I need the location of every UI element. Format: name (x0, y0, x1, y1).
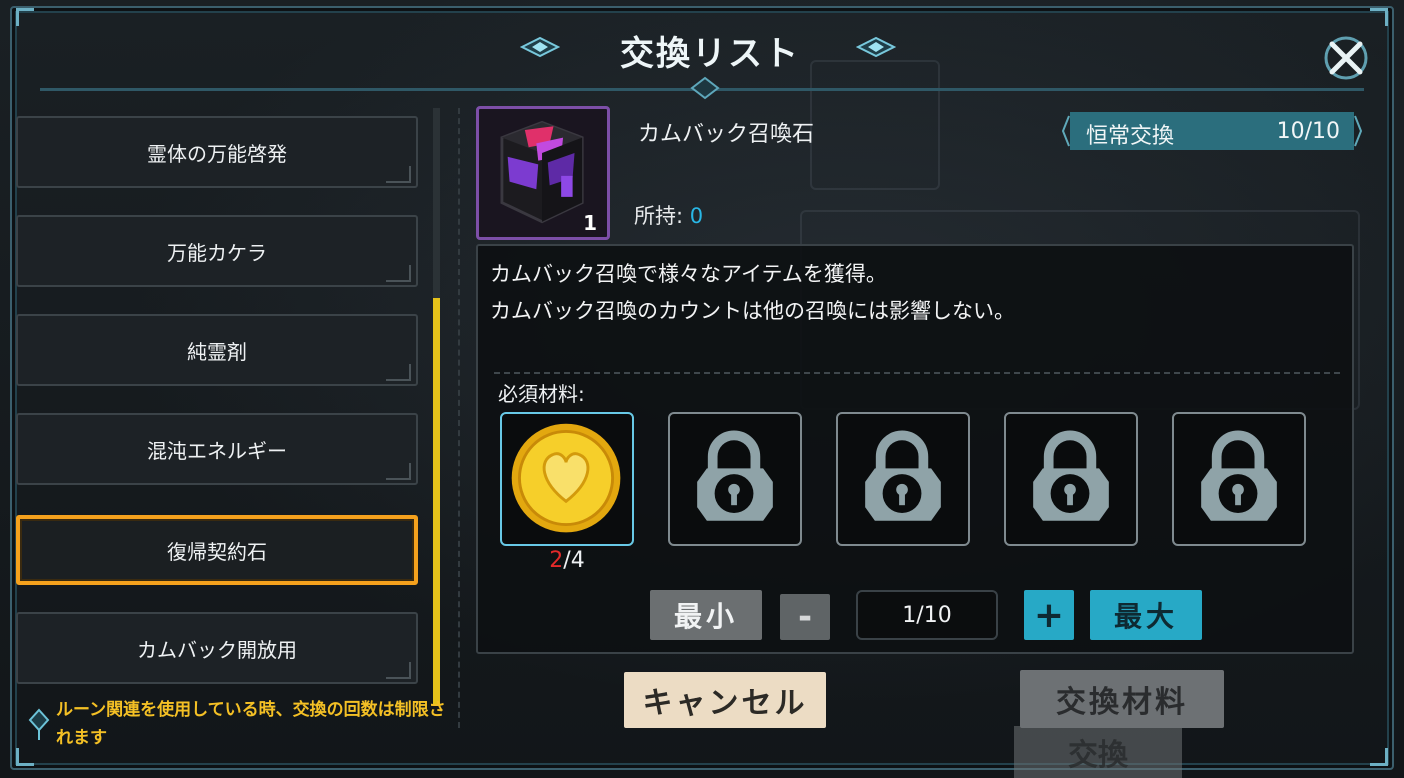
list-item[interactable]: 純霊剤 (16, 314, 418, 386)
exchange-type-tag: 恒常交換 10/10 (1060, 110, 1364, 152)
item-icon-frame[interactable]: 1 (476, 106, 610, 240)
locked-material-slot (836, 412, 970, 546)
corner-ornament-icon (386, 662, 411, 679)
tag-right-chevron-icon (1354, 115, 1363, 147)
list-item-label: 復帰契約石 (167, 539, 267, 564)
frame-corner (1370, 8, 1388, 26)
divider-ornament-icon (690, 76, 720, 100)
description-line: カムバック召喚で様々なアイテムを獲得。 (490, 262, 887, 286)
owned-value: 0 (689, 204, 704, 228)
close-x-icon[interactable] (1322, 34, 1370, 82)
lock-icon (865, 430, 941, 521)
background-ghost-button: 交換 (1014, 726, 1182, 778)
lock-icon (1201, 430, 1277, 521)
list-item-label: カムバック開放用 (137, 637, 297, 662)
corner-ornament-icon (386, 265, 411, 282)
title-ornament-icon (520, 36, 560, 58)
title-ornament-icon (856, 36, 896, 58)
panel-divider (458, 108, 460, 728)
locked-material-slot (1004, 412, 1138, 546)
material-count: 2/4 (500, 548, 634, 573)
owned-count: 所持: 0 (634, 200, 703, 230)
exchange-list: 霊体の万能啓発 万能カケラ 純霊剤 混沌エネルギー 復帰契約石 カムバック開放用 (14, 108, 424, 698)
item-description: カムバック召喚で様々なアイテムを獲得。 カムバック召喚のカウントは他の召喚には影… (490, 256, 1015, 330)
list-scrollbar-thumb[interactable] (433, 298, 440, 706)
lock-icon (697, 430, 773, 521)
page-title: 交換リスト (620, 34, 800, 74)
tag-value: 10/10 (1276, 119, 1340, 144)
exchange-materials-button[interactable]: 交換材料 (1020, 670, 1224, 728)
quantity-field[interactable]: 1/10 (856, 590, 998, 640)
list-item[interactable]: 万能カケラ (16, 215, 418, 287)
cancel-button[interactable]: キャンセル (624, 672, 826, 728)
material-have: 2 (549, 548, 564, 573)
list-item[interactable]: カムバック開放用 (16, 612, 418, 684)
locked-material-slot (668, 412, 802, 546)
list-item-label: 万能カケラ (167, 240, 267, 265)
item-name: カムバック召喚石 (638, 122, 815, 147)
material-need: /4 (563, 548, 585, 573)
tag-body: 恒常交換 10/10 (1070, 112, 1354, 150)
decrease-quantity-button[interactable]: - (780, 594, 830, 640)
material-slot[interactable] (500, 412, 634, 546)
detail-panel: カムバック召喚で様々なアイテムを獲得。 カムバック召喚のカウントは他の召喚には影… (476, 244, 1354, 654)
list-item-label: 混沌エネルギー (147, 438, 287, 463)
tag-left-chevron-icon (1061, 115, 1070, 147)
lock-icon (1033, 430, 1109, 521)
min-quantity-button[interactable]: 最小 (650, 590, 762, 640)
corner-ornament-icon (386, 166, 411, 183)
restriction-notice: ルーン関連を使用している時、交換の回数は制限されます (56, 700, 446, 748)
required-materials-label: 必須材料: (498, 382, 585, 406)
owned-label: 所持: (634, 204, 684, 228)
section-divider (494, 372, 1340, 374)
list-item-label: 霊体の万能啓発 (147, 141, 287, 166)
locked-material-slot (1172, 412, 1306, 546)
description-line: カムバック召喚のカウントは他の召喚には影響しない。 (490, 299, 1015, 323)
list-item-label: 純霊剤 (187, 339, 247, 364)
item-count: 1 (583, 211, 597, 235)
corner-ornament-icon (386, 463, 411, 480)
increase-quantity-button[interactable]: + (1024, 590, 1074, 640)
frame-corner (16, 748, 34, 766)
gold-heart-coin-icon (511, 423, 621, 533)
frame-corner (1370, 748, 1388, 766)
tag-label: 恒常交換 (1086, 124, 1175, 149)
corner-ornament-icon (386, 364, 411, 381)
notice-diamond-icon (28, 708, 50, 740)
list-item[interactable]: 霊体の万能啓発 (16, 116, 418, 188)
max-quantity-button[interactable]: 最大 (1090, 590, 1202, 640)
frame-corner (16, 8, 34, 26)
list-item-selected[interactable]: 復帰契約石 (16, 515, 418, 585)
list-item[interactable]: 混沌エネルギー (16, 413, 418, 485)
